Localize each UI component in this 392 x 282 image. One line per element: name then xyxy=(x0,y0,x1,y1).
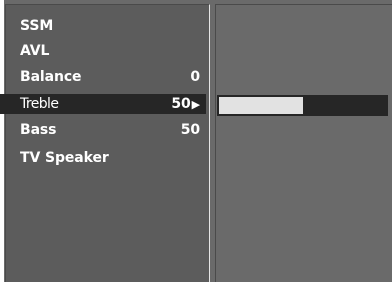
menu-item-label: Balance xyxy=(20,69,82,85)
treble-slider[interactable] xyxy=(217,95,388,116)
menu-item-treble[interactable]: Treble 50 ▶ xyxy=(0,94,206,114)
menu-item-bass[interactable]: Bass 50 xyxy=(0,120,206,140)
treble-slider-fill xyxy=(219,97,303,114)
menu-item-tv-speaker[interactable]: TV Speaker xyxy=(0,148,206,168)
menu-item-balance[interactable]: Balance 0 xyxy=(0,67,206,87)
adjustment-panel xyxy=(215,4,392,282)
menu-item-label: Treble xyxy=(20,96,59,112)
menu-item-label: AVL xyxy=(20,43,50,59)
menu-item-ssm[interactable]: SSM xyxy=(0,16,206,36)
menu-item-value-group: 50 ▶ xyxy=(171,96,200,112)
menu-item-value: 50 xyxy=(171,96,191,112)
menu-item-label: Bass xyxy=(20,122,57,138)
menu-item-label: TV Speaker xyxy=(20,150,109,166)
menu-item-value: 50 xyxy=(180,122,200,138)
menu-item-value: 0 xyxy=(190,69,200,85)
menu-item-label: SSM xyxy=(20,18,54,34)
menu-item-avl[interactable]: AVL xyxy=(0,41,206,61)
right-arrow-icon: ▶ xyxy=(191,97,200,111)
